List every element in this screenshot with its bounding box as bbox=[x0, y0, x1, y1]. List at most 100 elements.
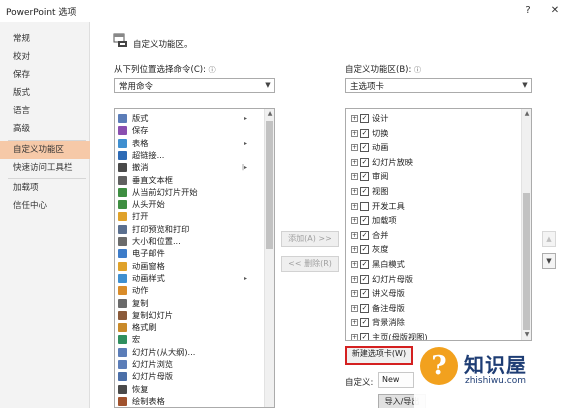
expand-icon[interactable]: + bbox=[351, 115, 358, 122]
expand-icon[interactable]: + bbox=[351, 231, 358, 239]
expand-icon[interactable]: + bbox=[351, 261, 358, 268]
expand-icon[interactable]: + bbox=[351, 217, 358, 225]
command-item[interactable]: 宏 bbox=[115, 333, 265, 346]
command-item[interactable]: 绘制表格 bbox=[115, 395, 265, 407]
tab-checkbox[interactable]: ✓ bbox=[360, 303, 369, 313]
command-item[interactable]: 动作 bbox=[115, 284, 265, 297]
sidebar-item-save[interactable]: 保存 bbox=[0, 66, 90, 84]
scrollbar-thumb[interactable] bbox=[266, 121, 273, 249]
command-item[interactable]: 撤消 |▸ bbox=[115, 161, 265, 174]
scrollbar-thumb[interactable] bbox=[523, 193, 530, 330]
sidebar-item-advanced[interactable]: 高级 bbox=[0, 120, 90, 138]
remove-button[interactable]: << 删除(R) bbox=[281, 256, 339, 272]
expand-icon[interactable]: + bbox=[351, 129, 358, 137]
command-item[interactable]: 打印预览和打印 bbox=[115, 223, 265, 236]
command-item[interactable]: 大小和位置... bbox=[115, 235, 265, 248]
tab-checkbox[interactable]: ✓ bbox=[360, 289, 369, 299]
command-item[interactable]: 保存 bbox=[115, 124, 265, 137]
sidebar-item-add-ins[interactable]: 加载项 bbox=[0, 179, 90, 197]
command-item[interactable]: 幻灯片浏览 bbox=[115, 358, 265, 371]
expand-icon[interactable]: + bbox=[351, 144, 358, 152]
command-item[interactable]: 打开 bbox=[115, 210, 265, 223]
command-item[interactable]: 幻灯片母版 bbox=[115, 370, 265, 383]
command-item[interactable]: 恢复 bbox=[115, 383, 265, 396]
ribbon-tab-item[interactable]: + ✓ 视图 bbox=[346, 185, 521, 198]
choose-commands-select[interactable]: 常用命令 ▼ bbox=[114, 78, 275, 93]
ribbon-tab-item[interactable]: + ✓ 审阅 bbox=[346, 170, 521, 183]
command-item[interactable]: 幻灯片(从大纲)... bbox=[115, 346, 265, 359]
add-button[interactable]: 添加(A) >> bbox=[281, 231, 339, 247]
ribbon-tab-item[interactable]: + ✓ 幻灯片放映 bbox=[346, 156, 521, 169]
command-item[interactable]: 复制 bbox=[115, 297, 265, 310]
command-item[interactable]: 超链接... bbox=[115, 149, 265, 162]
sidebar-item-language[interactable]: 语言 bbox=[0, 102, 90, 120]
sidebar-item-quick-access-toolbar[interactable]: 快速访问工具栏 bbox=[0, 159, 90, 177]
ribbon-tab-item[interactable]: + ✓ 动画 bbox=[346, 141, 521, 154]
tab-checkbox[interactable]: ✓ bbox=[360, 114, 369, 123]
expand-icon[interactable]: + bbox=[351, 334, 358, 340]
sidebar-item-customize-ribbon[interactable]: 自定义功能区 bbox=[0, 141, 90, 159]
ribbon-tab-item[interactable]: + ✓ 幻灯片母版 bbox=[346, 273, 521, 286]
ribbon-tab-item[interactable]: + 开发工具 bbox=[346, 200, 521, 213]
tab-checkbox[interactable]: ✓ bbox=[360, 143, 369, 153]
expand-icon[interactable]: + bbox=[351, 173, 358, 181]
expand-icon[interactable]: + bbox=[351, 304, 358, 312]
ribbon-tabs-tree[interactable]: + ✓ 设计 + ✓ 切换 + ✓ 动画 + ✓ 幻灯片放映 + ✓ 审阅 + ✓ 视图 + 开发工具 + ✓ 加载项 + ✓ 合… bbox=[345, 108, 532, 341]
ribbon-tab-item[interactable]: + ✓ 黑白模式 bbox=[346, 258, 521, 271]
command-item[interactable]: 动画窗格 bbox=[115, 260, 265, 273]
tab-checkbox[interactable]: ✓ bbox=[360, 318, 369, 328]
command-item[interactable]: 从当前幻灯片开始 bbox=[115, 186, 265, 199]
command-item[interactable]: 垂直文本框 bbox=[115, 174, 265, 187]
tab-checkbox[interactable]: ✓ bbox=[360, 245, 369, 255]
ribbon-tab-item[interactable]: + ✓ 切换 bbox=[346, 127, 521, 140]
command-item[interactable]: 从头开始 bbox=[115, 198, 265, 211]
ribbon-tab-item[interactable]: + ✓ 主页(母版视图) bbox=[346, 331, 521, 340]
tab-checkbox[interactable]: ✓ bbox=[360, 172, 369, 182]
command-item[interactable]: 电子邮件 bbox=[115, 247, 265, 260]
ribbon-tab-item[interactable]: + ✓ 讲义母版 bbox=[346, 287, 521, 300]
close-button[interactable]: ✕ bbox=[547, 3, 563, 19]
sidebar-item-trust-center[interactable]: 信任中心 bbox=[0, 197, 90, 215]
ribbon-tab-item[interactable]: + ✓ 合并 bbox=[346, 229, 521, 242]
expand-icon[interactable]: + bbox=[351, 246, 358, 254]
ribbon-tab-item[interactable]: + ✓ 设计 bbox=[346, 112, 521, 125]
ribbon-tabs-scrollbar[interactable]: ▲ ▼ bbox=[521, 109, 531, 340]
expand-icon[interactable]: + bbox=[351, 188, 358, 195]
commands-list[interactable]: 版式 ▸ 保存 表格 ▸ 超链接... 撤消 |▸ 垂直文本框 从当前幻灯片开始 从头开始 打开 打印预… bbox=[114, 108, 275, 408]
scroll-up-icon[interactable]: ▲ bbox=[265, 109, 274, 119]
ribbon-tab-item[interactable]: + ✓ 备注母版 bbox=[346, 302, 521, 315]
expand-icon[interactable]: + bbox=[351, 202, 358, 210]
reset-button[interactable]: New bbox=[378, 372, 414, 388]
expand-icon[interactable]: + bbox=[351, 275, 358, 283]
ribbon-tab-item[interactable]: + ✓ 灰度 bbox=[346, 243, 521, 256]
expand-icon[interactable]: + bbox=[351, 158, 358, 166]
tab-checkbox[interactable]: ✓ bbox=[360, 260, 369, 269]
expand-icon[interactable]: + bbox=[351, 319, 358, 327]
command-item[interactable]: 格式刷 bbox=[115, 321, 265, 334]
new-tab-button[interactable]: 新建选项卡(W) bbox=[345, 346, 413, 365]
sidebar-item-general[interactable]: 常规 bbox=[0, 30, 90, 48]
sidebar-item-proofing[interactable]: 校对 bbox=[0, 48, 90, 66]
tab-checkbox[interactable]: ✓ bbox=[360, 230, 369, 240]
tab-checkbox[interactable] bbox=[360, 201, 369, 211]
help-button[interactable]: ? bbox=[520, 3, 536, 19]
sidebar-item-layout[interactable]: 版式 bbox=[0, 84, 90, 102]
ribbon-tab-item[interactable]: + ✓ 背景消除 bbox=[346, 316, 521, 329]
tab-checkbox[interactable]: ✓ bbox=[360, 128, 369, 138]
tab-checkbox[interactable]: ✓ bbox=[360, 157, 369, 167]
tab-checkbox[interactable]: ✓ bbox=[360, 216, 369, 226]
ribbon-tab-item[interactable]: + ✓ 加载项 bbox=[346, 214, 521, 227]
command-item[interactable]: 复制幻灯片 bbox=[115, 309, 265, 322]
move-down-button[interactable]: ▼ bbox=[542, 253, 556, 269]
commands-scrollbar[interactable]: ▲ bbox=[264, 109, 274, 407]
tab-checkbox[interactable]: ✓ bbox=[360, 187, 369, 196]
move-up-button[interactable]: ▲ bbox=[542, 231, 556, 247]
scroll-up-icon[interactable]: ▲ bbox=[522, 109, 531, 119]
command-item[interactable]: 版式 ▸ bbox=[115, 112, 265, 125]
scroll-down-icon[interactable]: ▼ bbox=[522, 330, 531, 340]
command-item[interactable]: 动画样式 ▸ bbox=[115, 272, 265, 285]
tab-checkbox[interactable]: ✓ bbox=[360, 274, 369, 284]
ribbon-tabs-select[interactable]: 主选项卡 ▼ bbox=[345, 78, 532, 93]
expand-icon[interactable]: + bbox=[351, 290, 358, 298]
tab-checkbox[interactable]: ✓ bbox=[360, 333, 369, 340]
